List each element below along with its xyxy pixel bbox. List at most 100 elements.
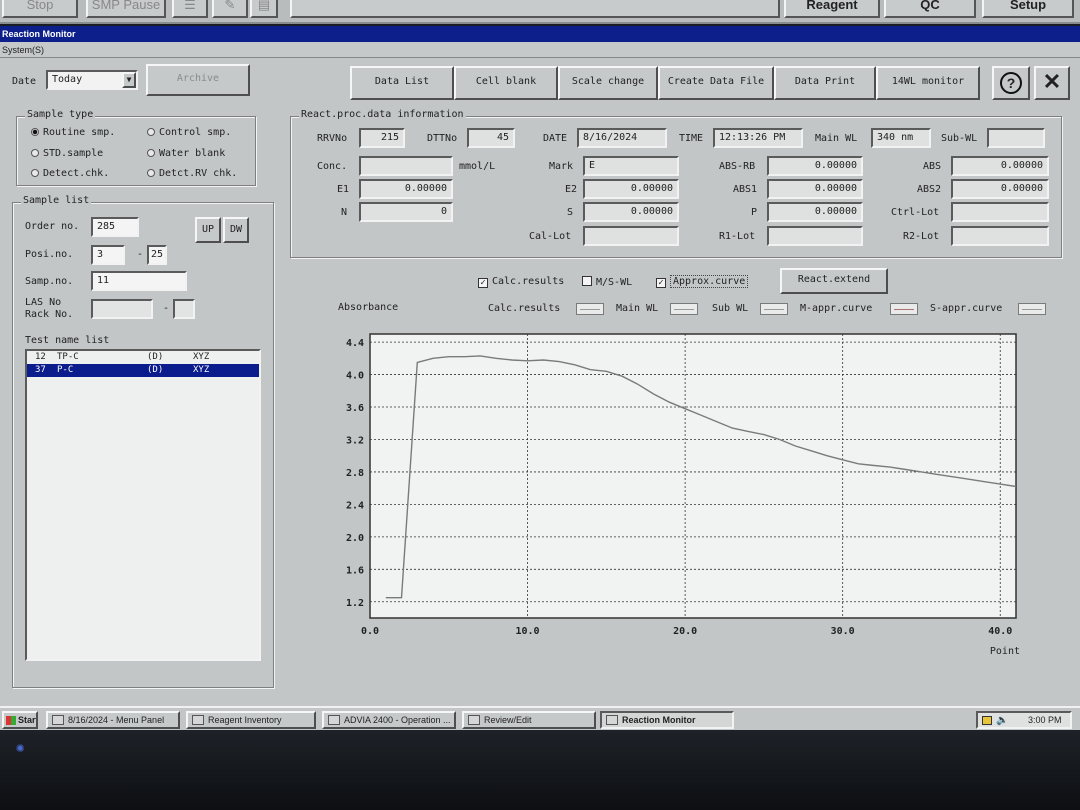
s-field: 0.00000 [583,202,679,222]
taskbar-menu-panel[interactable]: 8/16/2024 - Menu Panel [46,711,180,729]
reagent-button[interactable]: Reagent [784,0,880,18]
absorbance-chart: 1.2 1.6 2.0 2.4 2.8 3.2 3.6 4.0 4.4 0.0 10.0 20.0 30… [346,333,1020,657]
e1-label: E1 [337,184,350,195]
order-no-label: Order no. [25,221,80,232]
list-item[interactable]: 12 TP-C (D) XYZ [27,351,259,364]
ctrl-lot-label: Ctrl-Lot [891,207,940,218]
clock: 3:00 PM [1028,715,1062,725]
sub-wl-label: Sub-WL [941,133,978,144]
msw-checkbox[interactable]: M/S-WL [582,276,632,288]
stop-button[interactable]: Stop [2,0,78,18]
conc-field [359,156,453,176]
sub-wl-field [987,128,1045,148]
main-wl-field: 340 nm [871,128,931,148]
abs-rb-field: 0.00000 [767,156,863,176]
y-tick-label: 2.0 [346,533,364,544]
qc-button[interactable]: QC [884,0,976,18]
dttno-field: 45 [467,128,515,148]
main-wl-label: Main WL [815,133,858,144]
legend-s-appr-swatch [1018,303,1046,315]
test-name-list[interactable]: 12 TP-C (D) XYZ 37 P-C (D) XYZ [25,349,261,661]
up-button[interactable]: UP [195,217,221,243]
dw-button[interactable]: DW [223,217,249,243]
cal-lot-field [583,226,679,246]
abs2-field: 0.00000 [951,179,1049,199]
radio-icon [147,169,155,177]
taskbar-reagent-inventory[interactable]: Reagent Inventory [186,711,316,729]
rack-no-label: Rack No. [25,309,74,320]
edit-icon[interactable]: ✎ [212,0,248,18]
x-tick-label: 30.0 [831,626,855,637]
plot-area [369,333,1017,619]
calc-results-checkbox[interactable]: ✓ Calc.results [478,276,564,288]
sample-list-title: Sample list [21,195,92,206]
n-label: N [341,207,348,218]
posi-to-field[interactable]: 25 [147,245,167,265]
scale-change-button[interactable]: Scale change [558,66,658,100]
r1-lot-label: R1-Lot [719,231,756,242]
radio-std-sample[interactable]: STD.sample [31,148,103,159]
p-label: P [751,207,758,218]
date-info-label: DATE [543,133,568,144]
abs1-field: 0.00000 [767,179,863,199]
y-tick-label: 2.8 [346,468,364,479]
start-button[interactable]: Start [2,711,38,729]
data-print-button[interactable]: Data Print [774,66,876,100]
close-button[interactable]: ✕ [1034,66,1070,100]
radio-routine-smp[interactable]: Routine smp. [31,127,115,138]
sparkle-icon: ✺ [16,740,25,756]
list-item-selected[interactable]: 37 P-C (D) XYZ [27,364,259,377]
speaker-icon[interactable]: 🔈 [996,714,1008,727]
archive-button[interactable]: Archive [146,64,250,96]
radio-detct-rv-chk[interactable]: Detct.RV chk. [147,168,237,179]
radio-control-smp[interactable]: Control smp. [147,127,231,138]
radio-water-blank[interactable]: Water blank [147,148,225,159]
conc-unit: mmol/L [459,161,496,172]
sample-list-group: Sample list Order no. 285 UP DW Posi.no.… [12,195,274,688]
window-icon [192,715,204,725]
legend-calc-results-swatch [576,303,604,315]
help-button[interactable]: ? [992,66,1030,100]
question-icon: ? [1000,72,1022,94]
y-tick-label: 3.2 [346,435,364,446]
legend-main-wl-swatch [670,303,698,315]
create-data-file-button[interactable]: Create Data File [658,66,774,100]
setup-button[interactable]: Setup [982,0,1074,18]
tray-icon[interactable] [982,716,992,725]
legend-sub-wl: Sub WL [712,303,749,314]
close-icon: ✕ [1042,69,1062,94]
reaction-monitor-client: Date Today ▼ Archive Data List Cell blan… [0,58,1080,706]
data-list-button[interactable]: Data List [350,66,454,100]
react-extend-button[interactable]: React.extend [780,268,888,294]
smp-pause-button[interactable]: SMP Pause [86,0,166,18]
menu-system[interactable]: System(S) [2,45,44,55]
radio-icon [31,149,39,157]
time-label: TIME [679,133,704,144]
radio-detect-chk[interactable]: Detect.chk. [31,168,109,179]
taskbar-advia-operation[interactable]: ADVIA 2400 - Operation ... [322,711,456,729]
taskbar-review-edit[interactable]: Review/Edit [462,711,596,729]
window-title: Reaction Monitor [0,26,1080,42]
windows-logo-icon [6,716,16,725]
14wl-monitor-button[interactable]: 14WL monitor [876,66,980,100]
chevron-down-icon[interactable]: ▼ [122,72,136,88]
window-icon [468,715,480,725]
cell-blank-button[interactable]: Cell blank [454,66,558,100]
legend-s-appr: S-appr.curve [930,303,1003,314]
list-icon[interactable]: ☰ [172,0,208,18]
order-no-field[interactable]: 285 [91,217,139,237]
samp-no-field[interactable]: 11 [91,271,187,291]
las-rack-field[interactable] [91,299,153,319]
e2-field: 0.00000 [583,179,679,199]
checkbox-checked-icon: ✓ [478,278,488,288]
document-icon[interactable]: ▤ [250,0,278,18]
approx-curve-checkbox[interactable]: ✓ Approx.curve [656,275,749,288]
posi-from-field[interactable]: 3 [91,245,125,265]
y-tick-label: 4.4 [346,338,364,349]
x-axis-label: Point [990,646,1020,657]
r1-lot-field [767,226,863,246]
taskbar-reaction-monitor[interactable]: Reaction Monitor [600,711,734,729]
n-field: 0 [359,202,453,222]
y-tick-label: 4.0 [346,371,364,382]
las-rack-field-2[interactable] [173,299,195,319]
